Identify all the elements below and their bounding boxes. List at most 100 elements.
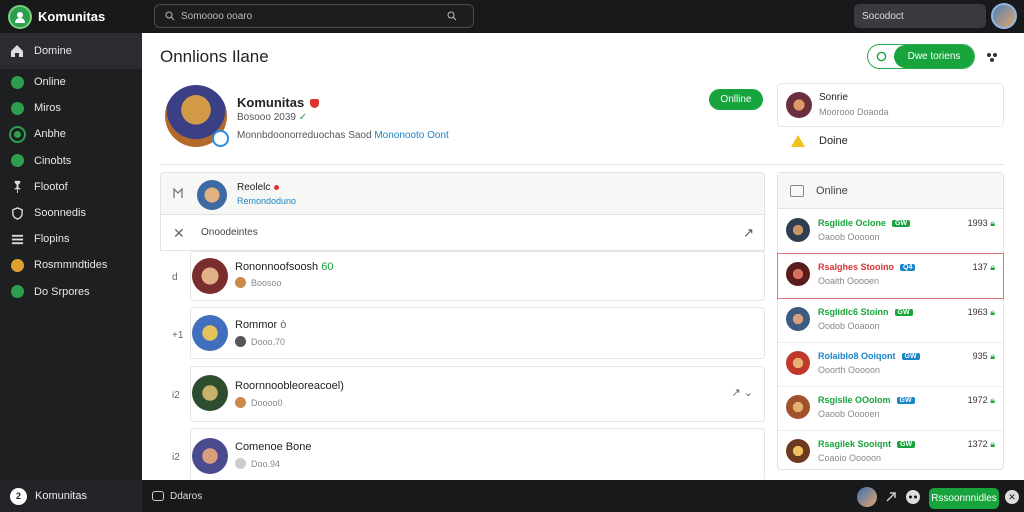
link-icon[interactable] <box>884 490 898 504</box>
primary-action-button[interactable]: Rssoonnnidles <box>929 488 999 509</box>
profile-avatar[interactable] <box>165 85 229 147</box>
share-chevron-icon[interactable]: ↗ ⌄ <box>732 386 754 399</box>
online-list-item[interactable]: Rsglidle Oclone GW Oaoob Ooooon 1993 🔒︎ <box>778 210 1003 254</box>
lock-icon: 🔒︎ <box>990 439 995 449</box>
online-item-tag: Q4 <box>900 264 916 272</box>
online-item-tag: GW <box>894 309 913 317</box>
online-item-value-text: 1963 <box>967 307 988 317</box>
chat-icon[interactable] <box>872 48 890 66</box>
search-placeholder: Somoooo ooaro <box>181 10 253 22</box>
featured-user-card[interactable]: Sonrie Moorooo Doaoda <box>777 83 1004 127</box>
games-button[interactable]: Ddaros <box>152 491 202 502</box>
online-item-name-text: Rsagilek Sooiqnt <box>818 439 892 449</box>
online-button[interactable]: Onlline <box>709 89 763 110</box>
avatar[interactable] <box>857 487 877 507</box>
online-panel-title: Online <box>816 184 848 197</box>
shield-badge-icon <box>310 99 320 109</box>
online-list-item[interactable]: Rsagilek Sooiqnt GW Coaoio Ooooon 1372 🔒︎ <box>778 431 1003 475</box>
row-card <box>190 251 765 301</box>
user-badge-icon: 2 <box>10 487 27 505</box>
row-card <box>190 366 765 422</box>
online-item-name-text: Rsalghes Stooino <box>818 262 895 272</box>
online-item-value: 935 🔒︎ <box>973 351 995 362</box>
sidebar-item-online[interactable]: Online <box>0 69 142 95</box>
row-name: Comenoe Bone <box>235 441 312 453</box>
profile-sub: Bosooo 2039 ✓ <box>237 112 307 123</box>
sidebar-item-miros[interactable]: Miros <box>0 95 142 121</box>
online-item-name-text: Rsglidlc6 Stoinn <box>818 307 889 317</box>
sidebar-item-home[interactable]: Domine <box>0 33 142 69</box>
row-meta: Doooo0 <box>235 397 283 408</box>
avatar <box>786 439 810 463</box>
list-item[interactable]: i2 Roornnoobleoreacoel) Doooo0 ↗ ⌄ <box>160 366 765 428</box>
current-user[interactable]: 2 Komunitas <box>0 480 142 512</box>
sidebar-item-anbhe[interactable]: Anbhe <box>0 121 142 147</box>
expand-icon[interactable] <box>173 188 184 199</box>
row-badge: ò <box>280 319 287 331</box>
header-primary-button[interactable]: Dwe toriens <box>894 45 974 68</box>
row-card <box>190 428 765 480</box>
online-item-name-text: Rsglidle Oclone <box>818 218 887 228</box>
sidebar-item-cinobts[interactable]: Cinobts <box>0 148 142 174</box>
avatar <box>786 307 810 331</box>
divider <box>160 164 1004 165</box>
online-list-item[interactable]: Rsglidlc6 Stoinn GW Oodob Ooaoon 1963 🔒︎ <box>778 299 1003 343</box>
online-item-name: Rolaiblo8 Ooiqont GW <box>818 351 920 361</box>
list-item[interactable]: d Rononnoofsoosh 60 Boosoo <box>160 251 765 307</box>
sidebar-item-label: Flootof <box>34 180 68 193</box>
online-item-sub: Ooaith Ooooen <box>818 276 880 286</box>
sidebar-item-flopins[interactable]: Flopins <box>0 226 142 252</box>
avatar <box>786 351 810 375</box>
profile-link[interactable]: Mononooto Oont <box>374 130 449 141</box>
gamepad-icon <box>152 491 164 501</box>
feed-header: Reolelc Remondoduno <box>160 172 765 215</box>
close-icon[interactable]: ✕ <box>173 225 185 242</box>
avatar <box>786 218 810 242</box>
user-avatar[interactable] <box>991 3 1017 29</box>
profile-description: Monnbdoonorreduochas Saod Mononooto Oont <box>237 130 449 141</box>
list-item[interactable]: +1 Rommor ò Dooo.70 <box>160 307 765 364</box>
secondary-search-text: Socodoct <box>862 10 904 22</box>
online-list-item[interactable]: Rsgislle OOolom GW Oaoob Ooooen 1972 🔒︎ <box>778 387 1003 431</box>
lock-icon: 🔒︎ <box>990 218 995 228</box>
sidebar-item-label: Online <box>34 76 66 89</box>
more-options-icon[interactable] <box>985 50 999 64</box>
sidebar-item-label: Miros <box>34 102 61 115</box>
online-item-value: 1972 🔒︎ <box>968 395 995 406</box>
online-list-item[interactable]: Rolaiblo8 Ooiqont GW Ooorth Ooooon 935 🔒︎ <box>778 343 1003 387</box>
discord-icon[interactable] <box>905 489 921 505</box>
list-item[interactable]: i2 Comenoe Bone Doo.94 <box>160 428 765 480</box>
profile-desc-text: Monnbdoonorreduochas Saod <box>237 130 372 141</box>
sidebar-item-rosmmndtides[interactable]: Rosmmndtides <box>0 252 142 278</box>
search-submit-icon[interactable] <box>447 11 457 21</box>
online-item-value-text: 1993 <box>967 218 988 228</box>
online-item-name: Rsalghes Stooino Q4 <box>818 262 916 272</box>
row-meta-text: Dooo.70 <box>251 336 286 347</box>
online-item-tag: GW <box>897 441 916 449</box>
share-icon[interactable]: ↗ <box>743 225 754 241</box>
online-item-sub: Oaoob Ooooen <box>818 409 880 419</box>
row-name: Rommor ò <box>235 319 286 331</box>
online-panel-header: Online <box>778 173 1003 209</box>
lock-icon: 🔒︎ <box>990 395 995 405</box>
online-item-name: Rsgislle OOolom GW <box>818 395 915 405</box>
online-item-value-text: 137 <box>972 262 988 272</box>
close-icon[interactable]: ✕ <box>1005 490 1019 504</box>
status-dot-icon <box>274 184 280 190</box>
sidebar-item-label: Cinobts <box>34 154 72 167</box>
sidebar-item-label: Flopins <box>34 233 70 246</box>
games-label: Ddaros <box>170 490 203 502</box>
row-name-text: Rononnoofsoosh <box>235 261 319 273</box>
online-item-value: 1993 🔒︎ <box>968 218 995 229</box>
search-input[interactable]: Somoooo ooaro <box>154 4 474 28</box>
online-item-name-text: Rolaiblo8 Ooiqont <box>818 351 896 361</box>
row-name-text: Rommor <box>235 319 278 331</box>
online-item-sub: Ooorth Ooooon <box>818 365 881 375</box>
sidebar-item-srpores[interactable]: Do Srpores <box>0 279 142 305</box>
online-list-item-selected[interactable]: Rsalghes Stooino Q4 Ooaith Ooooen 137 🔒︎ <box>777 253 1004 299</box>
sidebar-item-flootof[interactable]: Flootof <box>0 174 142 200</box>
sidebar-item-soonnedis[interactable]: Soonnedis <box>0 200 142 226</box>
secondary-search-input[interactable]: Socodoct <box>854 4 986 28</box>
brand[interactable]: Komunitas <box>0 4 142 29</box>
sidebar-item-label: Anbhe <box>34 128 66 141</box>
